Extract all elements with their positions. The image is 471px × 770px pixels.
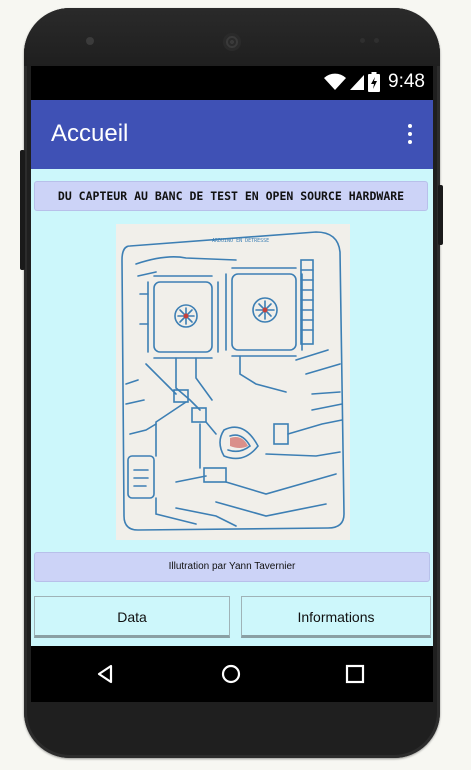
circuit-drawing: ARDUINO EN DÉTRESSE bbox=[121, 231, 345, 531]
front-camera bbox=[86, 37, 94, 45]
light-sensor bbox=[374, 38, 379, 43]
screen: 9:48 Accueil DU CAPTEUR AU BANC DE TEST … bbox=[31, 66, 433, 646]
app-title: Accueil bbox=[51, 120, 129, 147]
informations-button[interactable]: Informations bbox=[241, 596, 431, 638]
headline-label: DU CAPTEUR AU BANC DE TEST EN OPEN SOURC… bbox=[34, 181, 428, 211]
earpiece-speaker bbox=[223, 33, 241, 51]
status-clock: 9:48 bbox=[388, 71, 425, 92]
back-icon[interactable] bbox=[91, 660, 119, 688]
volume-button bbox=[20, 150, 25, 270]
data-button[interactable]: Data bbox=[34, 596, 230, 638]
illustration-caption: Illutration par Yann Tavernier bbox=[34, 552, 430, 582]
recents-icon[interactable] bbox=[341, 660, 369, 688]
status-bar: 9:48 bbox=[31, 66, 433, 100]
home-icon[interactable] bbox=[217, 660, 245, 688]
wifi-icon bbox=[324, 73, 347, 90]
proximity-sensor bbox=[360, 38, 365, 43]
app-bar: Accueil bbox=[31, 100, 433, 169]
button-row: Data Informations bbox=[31, 594, 433, 646]
power-button bbox=[438, 185, 443, 245]
signal-icon bbox=[350, 75, 365, 90]
illustration-label: ARDUINO EN DÉTRESSE bbox=[212, 236, 269, 244]
battery-charging-icon bbox=[368, 72, 381, 92]
overflow-menu-icon[interactable] bbox=[407, 124, 413, 144]
navigation-bar bbox=[31, 646, 433, 702]
arduino-illustration: ARDUINO EN DÉTRESSE bbox=[116, 224, 350, 540]
